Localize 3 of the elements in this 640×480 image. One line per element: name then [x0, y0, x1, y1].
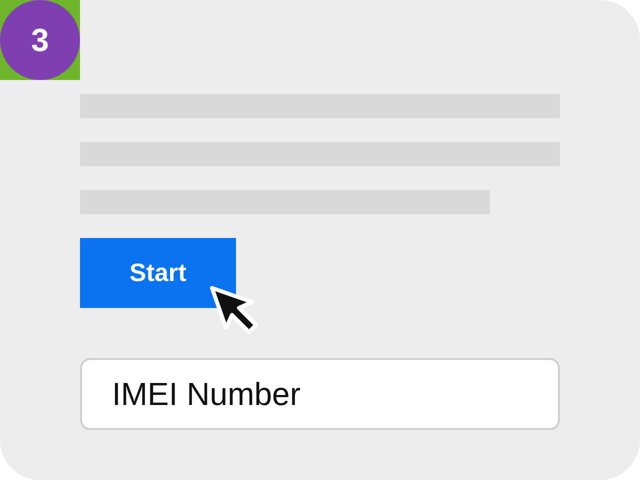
start-button[interactable]: Start: [80, 238, 236, 308]
imei-field[interactable]: IMEI Number: [80, 358, 560, 430]
cursor-arrow-icon: [208, 284, 260, 336]
